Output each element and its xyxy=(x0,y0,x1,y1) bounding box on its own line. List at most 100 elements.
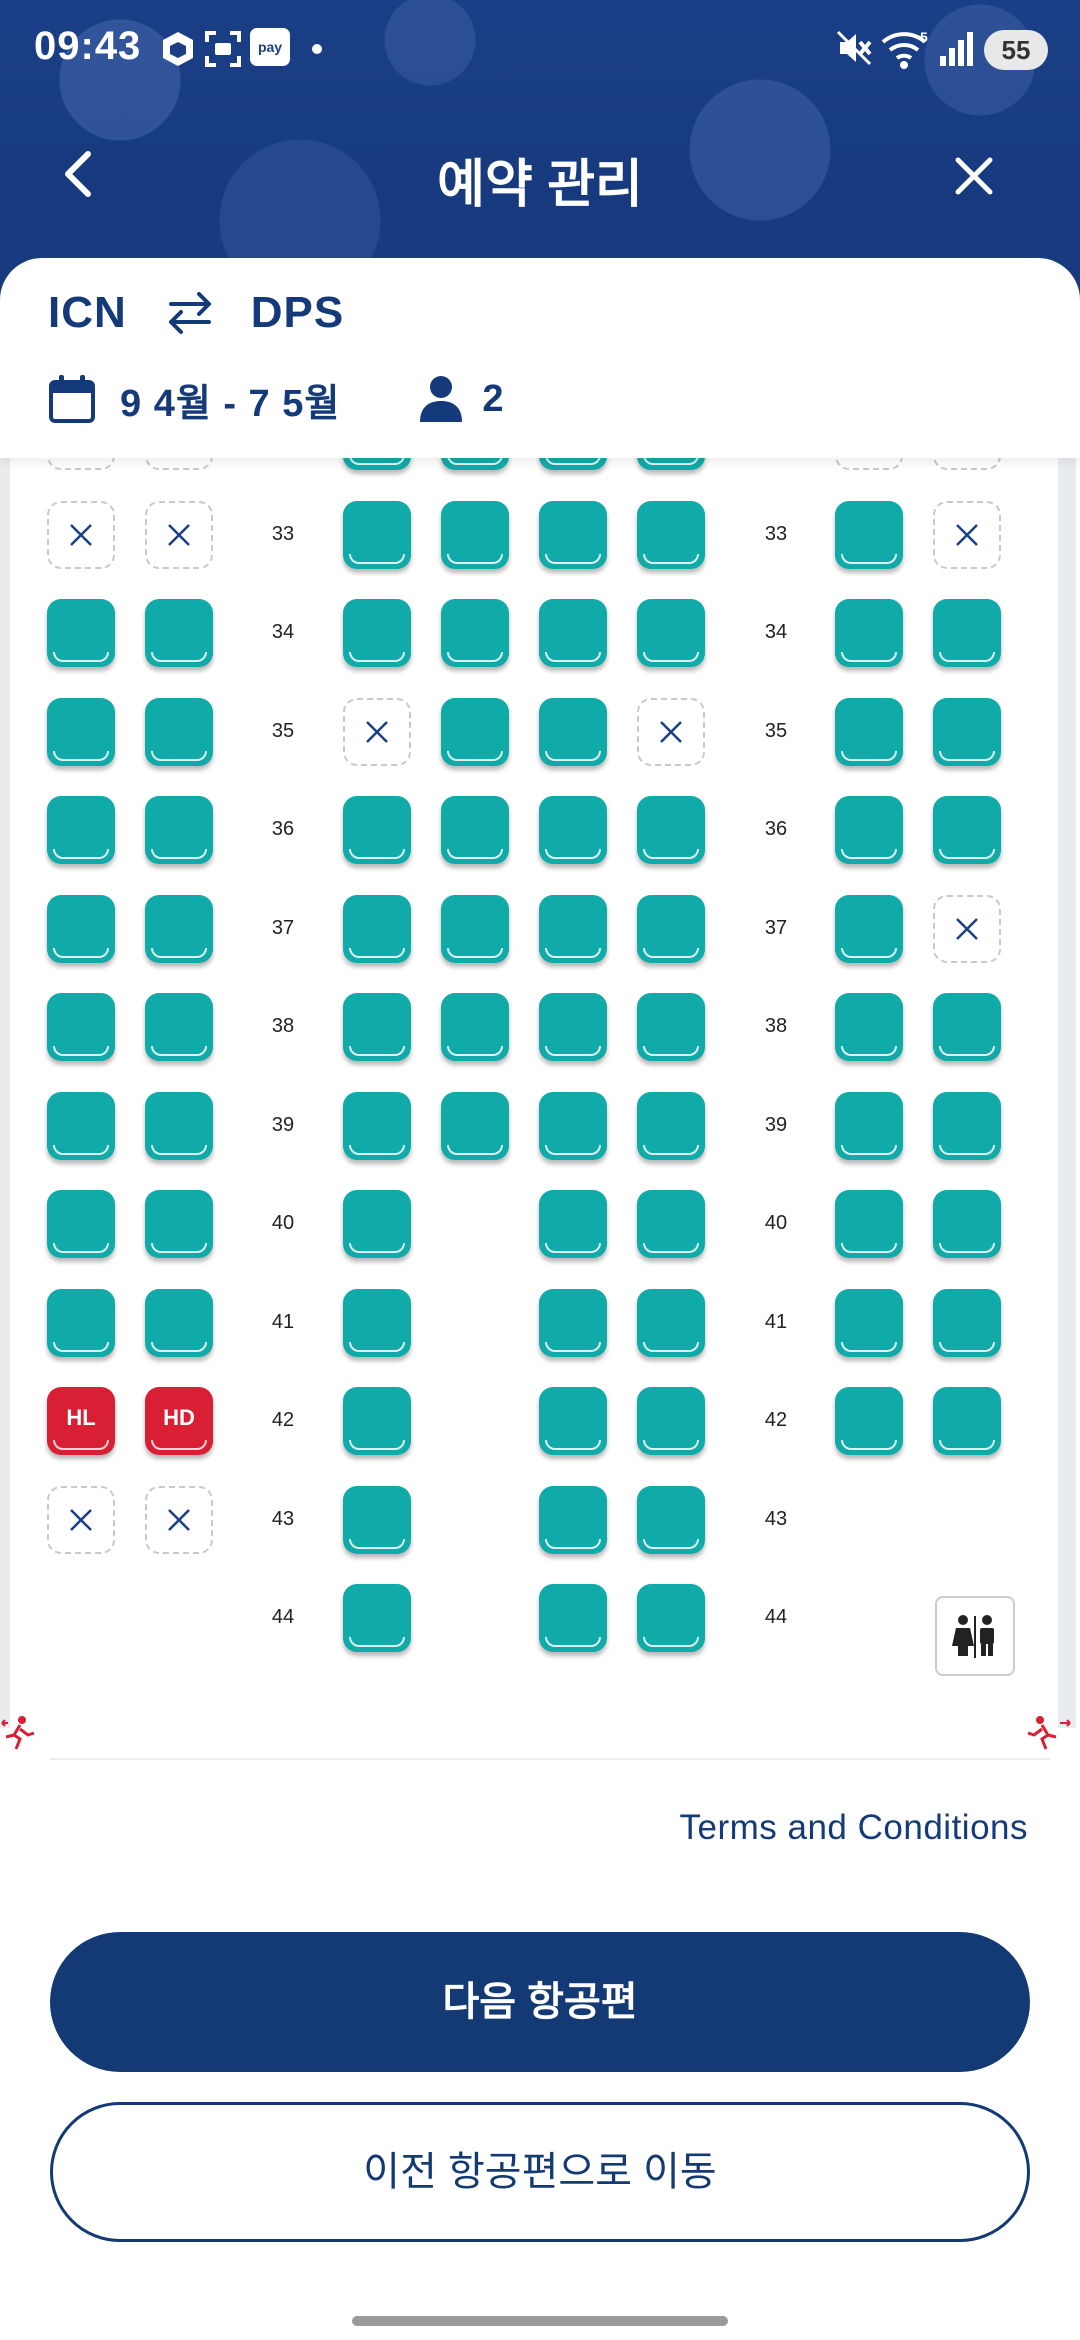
seat-available[interactable] xyxy=(343,895,411,963)
seat-available[interactable] xyxy=(343,1486,411,1554)
seat-available[interactable] xyxy=(933,993,1001,1061)
seat-available[interactable] xyxy=(835,993,903,1061)
seat-available[interactable] xyxy=(47,1092,115,1160)
seat-available[interactable] xyxy=(343,1289,411,1357)
seat-unavailable xyxy=(145,501,213,569)
seat-available[interactable] xyxy=(933,1387,1001,1455)
seat-available[interactable] xyxy=(835,1092,903,1160)
seat-available[interactable] xyxy=(933,599,1001,667)
seat-available[interactable] xyxy=(145,1092,213,1160)
seat-special-hl[interactable]: HL xyxy=(47,1387,115,1455)
row-number: 39 xyxy=(271,1114,295,1136)
seat-available[interactable] xyxy=(441,1092,509,1160)
row-number: 44 xyxy=(271,1606,295,1628)
seat-available[interactable] xyxy=(637,1387,705,1455)
seat-available[interactable] xyxy=(145,1289,213,1357)
seat-available[interactable] xyxy=(343,1387,411,1455)
seat-available[interactable] xyxy=(539,796,607,864)
seat-available[interactable] xyxy=(835,1190,903,1258)
seat-available[interactable] xyxy=(47,698,115,766)
seat-available[interactable] xyxy=(343,501,411,569)
signal-icon xyxy=(940,32,973,66)
pay-icon: pay xyxy=(250,28,290,66)
next-flight-button[interactable]: 다음 항공편 xyxy=(50,1932,1030,2072)
seat-available[interactable] xyxy=(47,1190,115,1258)
seat-available[interactable] xyxy=(47,895,115,963)
seat-available[interactable] xyxy=(47,1289,115,1357)
row-number: 33 xyxy=(271,523,295,545)
seat-available[interactable] xyxy=(539,895,607,963)
seat-available[interactable] xyxy=(539,1584,607,1652)
seat-available[interactable] xyxy=(637,993,705,1061)
seat-available[interactable] xyxy=(933,1092,1001,1160)
seat-available[interactable] xyxy=(637,796,705,864)
seat-available[interactable] xyxy=(539,1289,607,1357)
seat-available[interactable] xyxy=(835,1387,903,1455)
seat-available[interactable] xyxy=(343,796,411,864)
seat-available[interactable] xyxy=(145,993,213,1061)
seat-available[interactable] xyxy=(637,458,705,470)
seat-available[interactable] xyxy=(637,501,705,569)
terms-link[interactable]: Terms and Conditions xyxy=(680,1808,1029,1848)
date-passenger-row: 9 4월 - 7 5월 2 xyxy=(48,364,503,434)
seat-available[interactable] xyxy=(637,599,705,667)
seat-unavailable xyxy=(835,458,903,470)
seat-available[interactable] xyxy=(637,1092,705,1160)
seat-available[interactable] xyxy=(637,895,705,963)
seat-available[interactable] xyxy=(441,993,509,1061)
seat-available[interactable] xyxy=(539,1092,607,1160)
seat-available[interactable] xyxy=(933,796,1001,864)
seat-available[interactable] xyxy=(441,458,509,470)
seat-available[interactable] xyxy=(835,599,903,667)
seat-unavailable xyxy=(933,458,1001,470)
seat-available[interactable] xyxy=(835,1289,903,1357)
seat-available[interactable] xyxy=(539,1387,607,1455)
seat-available[interactable] xyxy=(145,599,213,667)
previous-flight-button[interactable]: 이전 항공편으로 이동 xyxy=(50,2102,1030,2242)
seat-available[interactable] xyxy=(441,796,509,864)
close-button[interactable] xyxy=(944,146,1004,206)
seat-available[interactable] xyxy=(47,993,115,1061)
seat-available[interactable] xyxy=(441,599,509,667)
seat-available[interactable] xyxy=(145,895,213,963)
seat-available[interactable] xyxy=(343,458,411,470)
seat-available[interactable] xyxy=(539,993,607,1061)
passenger-icon xyxy=(420,376,463,422)
seat-available[interactable] xyxy=(441,501,509,569)
seat-available[interactable] xyxy=(637,1486,705,1554)
seat-available[interactable] xyxy=(835,895,903,963)
seat-available[interactable] xyxy=(637,1289,705,1357)
seat-unavailable xyxy=(933,895,1001,963)
seat-available[interactable] xyxy=(637,1584,705,1652)
seat-available[interactable] xyxy=(539,458,607,470)
seat-available[interactable] xyxy=(343,1584,411,1652)
seat-available[interactable] xyxy=(47,599,115,667)
seat-available[interactable] xyxy=(835,501,903,569)
page-title: 예약 관리 xyxy=(437,156,643,214)
seat-available[interactable] xyxy=(441,895,509,963)
seat-available[interactable] xyxy=(343,1190,411,1258)
seat-special-hd[interactable]: HD xyxy=(145,1387,213,1455)
notification-dot xyxy=(312,44,322,54)
seat-available[interactable] xyxy=(441,698,509,766)
seat-available[interactable] xyxy=(933,1190,1001,1258)
seat-available[interactable] xyxy=(343,599,411,667)
seat-available[interactable] xyxy=(343,993,411,1061)
seat-available[interactable] xyxy=(145,698,213,766)
seat-available[interactable] xyxy=(539,501,607,569)
cube-icon xyxy=(163,32,193,66)
seat-available[interactable] xyxy=(835,796,903,864)
seat-available[interactable] xyxy=(539,1190,607,1258)
seat-map: 33 33 34 34 35 35 36 36 37 37 38 38 39 39 40 40 41 41 HL HD… xyxy=(0,458,1080,1760)
seat-available[interactable] xyxy=(539,1486,607,1554)
seat-available[interactable] xyxy=(343,1092,411,1160)
seat-available[interactable] xyxy=(539,599,607,667)
seat-available[interactable] xyxy=(933,698,1001,766)
seat-available[interactable] xyxy=(835,698,903,766)
seat-available[interactable] xyxy=(47,796,115,864)
seat-available[interactable] xyxy=(145,796,213,864)
seat-available[interactable] xyxy=(145,1190,213,1258)
seat-available[interactable] xyxy=(539,698,607,766)
seat-available[interactable] xyxy=(637,1190,705,1258)
seat-available[interactable] xyxy=(933,1289,1001,1357)
